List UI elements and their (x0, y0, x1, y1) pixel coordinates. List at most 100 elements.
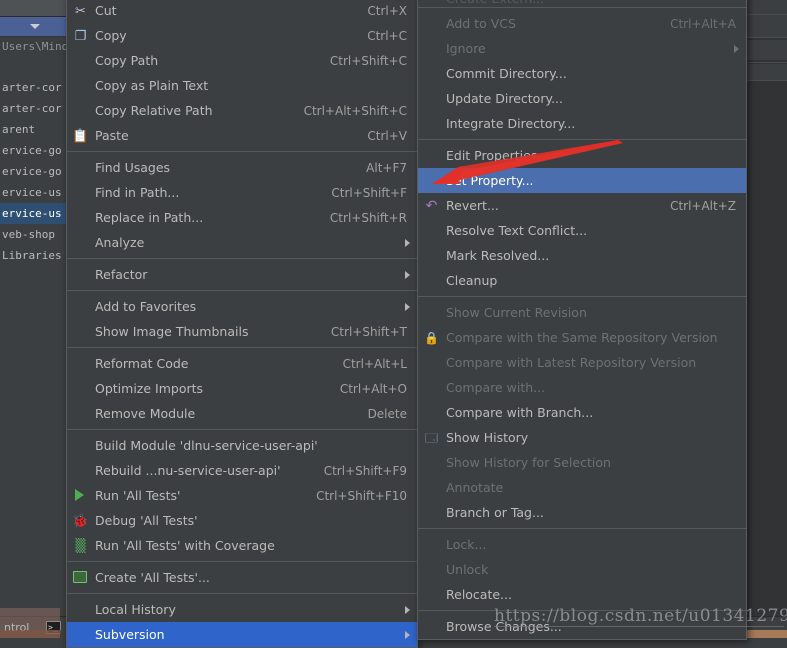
right-panel (745, 0, 787, 638)
tree-item-label: ervice-us (2, 186, 62, 199)
menu-item-debug-all-tests[interactable]: 🐞 Debug 'All Tests' (67, 508, 417, 533)
menu-item-ignore: Ignore (418, 36, 746, 61)
menu-item-analyze[interactable]: Analyze (67, 230, 417, 255)
menu-item-label: Annotate (446, 480, 504, 495)
project-toolbar[interactable] (0, 0, 69, 17)
tree-item-label: ervice-go (2, 165, 62, 178)
menu-item-resolve-text-conflict[interactable]: Resolve Text Conflict... (418, 218, 746, 243)
project-path-label: Users\Mind (2, 40, 69, 53)
menu-separator (67, 561, 417, 562)
menu-item-find-in-path[interactable]: Find in Path... Ctrl+Shift+F (67, 180, 417, 205)
menu-item-reformat-code[interactable]: Reformat Code Ctrl+Alt+L (67, 351, 417, 376)
debug-icon: 🐞 (72, 513, 89, 529)
menu-item-branch-or-tag[interactable]: Branch or Tag... (418, 500, 746, 525)
menu-item-refactor[interactable]: Refactor (67, 262, 417, 287)
menu-item-label: Find in Path... (95, 185, 180, 200)
menu-item-label: Relocate... (446, 587, 512, 602)
menu-item-show-history[interactable]: 🗔 Show History (418, 425, 746, 450)
menu-item-replace-in-path[interactable]: Replace in Path... Ctrl+Shift+R (67, 205, 417, 230)
menu-item-label: Lock... (446, 537, 487, 552)
tree-item-0[interactable]: arter-cor (0, 77, 69, 98)
menu-item-remove-module[interactable]: Remove Module Delete (67, 401, 417, 426)
menu-item-shortcut: Ctrl+V (367, 128, 407, 143)
menu-separator (67, 290, 417, 291)
tree-item-3[interactable]: ervice-go (0, 140, 69, 161)
menu-item-compare-with-the-same-repository-version: 🔒 Compare with the Same Repository Versio… (418, 325, 746, 350)
menu-separator (67, 429, 417, 430)
tree-item-1[interactable]: arter-cor (0, 98, 69, 119)
menu-item-run-all-tests[interactable]: Run 'All Tests' Ctrl+Shift+F10 (67, 483, 417, 508)
menu-item-add-to-vcs: Add to VCS Ctrl+Alt+A (418, 11, 746, 36)
menu-item-relocate[interactable]: Relocate... (418, 582, 746, 607)
tree-item-8[interactable]: Libraries (0, 245, 69, 266)
menu-item-label: Show Current Revision (446, 305, 587, 320)
subversion-submenu[interactable]: Create Extern... Add to VCS Ctrl+Alt+A Igno… (417, 0, 747, 640)
menu-item-copy[interactable]: ❐ Copy Ctrl+C (67, 23, 417, 48)
menu-item-annotate: Annotate (418, 475, 746, 500)
menu-separator (67, 347, 417, 348)
menu-item-set-property[interactable]: Set Property... (418, 168, 746, 193)
project-scope-selector[interactable] (0, 17, 69, 37)
menu-item-shortcut: Alt+F7 (366, 160, 407, 175)
menu-item-show-image-thumbnails[interactable]: Show Image Thumbnails Ctrl+Shift+T (67, 319, 417, 344)
menu-item-label: Copy as Plain Text (95, 78, 209, 93)
tree-item-6[interactable]: ervice-us (0, 203, 69, 224)
menu-item-integrate-directory[interactable]: Integrate Directory... (418, 111, 746, 136)
revert-icon: ↶ (425, 198, 438, 214)
tree-item-5[interactable]: ervice-us (0, 182, 69, 203)
menu-item-label: Run 'All Tests' with Coverage (95, 538, 275, 553)
tree-item-4[interactable]: ervice-go (0, 161, 69, 182)
chevron-down-icon (29, 24, 40, 29)
menu-item-paste[interactable]: 📋 Paste Ctrl+V (67, 123, 417, 148)
menu-item-cut[interactable]: ✂ Cut Ctrl+X (67, 0, 417, 23)
menu-item-find-usages[interactable]: Find Usages Alt+F7 (67, 155, 417, 180)
tree-item-7[interactable]: veb-shop (0, 224, 69, 245)
menu-item-label: Integrate Directory... (446, 116, 576, 131)
tree-item-2[interactable]: arent (0, 119, 69, 140)
submenu-arrow-icon (405, 270, 410, 279)
menu-item-rebuild-nu-service-user-api[interactable]: Rebuild ...nu-service-user-api' Ctrl+Shif… (67, 458, 417, 483)
menu-item-add-to-favorites[interactable]: Add to Favorites (67, 294, 417, 319)
tree-item-label: arter-cor (2, 102, 62, 115)
menu-item-create-all-tests[interactable]: Create 'All Tests'... (67, 565, 417, 590)
menu-item-label: Add to Favorites (95, 299, 197, 314)
project-tool-window[interactable]: Users\Mind arter-cor arter-cor arent ervice… (0, 0, 70, 616)
menu-item-shortcut: Ctrl+Alt+Shift+C (303, 103, 407, 118)
menu-item-label: Refactor (95, 267, 148, 282)
menu-separator (67, 258, 417, 259)
menu-item-cleanup[interactable]: Cleanup (418, 268, 746, 293)
menu-item-local-history[interactable]: Local History (67, 597, 417, 622)
menu-item-mark-resolved[interactable]: Mark Resolved... (418, 243, 746, 268)
menu-item-copy-relative-path[interactable]: Copy Relative Path Ctrl+Alt+Shift+C (67, 98, 417, 123)
menu-item-label: Paste (95, 128, 129, 143)
menu-item-update-directory[interactable]: Update Directory... (418, 86, 746, 111)
menu-item-run-all-tests-with-coverage[interactable]: ▒ Run 'All Tests' with Coverage (67, 533, 417, 558)
editor-context-menu[interactable]: ✂ Cut Ctrl+X ❐ Copy Ctrl+C Copy Path Ctrl+Shift… (66, 0, 418, 648)
menu-item-shortcut: Ctrl+Shift+F10 (316, 488, 407, 503)
cut-icon: ✂ (75, 3, 86, 19)
menu-separator (418, 139, 746, 140)
menu-item-build-module-dlnu-service-user-api[interactable]: Build Module 'dlnu-service-user-api' (67, 433, 417, 458)
menu-item-copy-as-plain-text[interactable]: Copy as Plain Text (67, 73, 417, 98)
menu-item-label: Revert... (446, 198, 499, 213)
menu-item-label: Cut (95, 3, 117, 18)
menu-separator (67, 151, 417, 152)
menu-item-optimize-imports[interactable]: Optimize Imports Ctrl+Alt+O (67, 376, 417, 401)
menu-item-shortcut: Ctrl+C (367, 28, 407, 43)
menu-item-shortcut: Ctrl+Alt+L (342, 356, 407, 371)
menu-item-subversion[interactable]: Subversion (67, 622, 417, 647)
menu-item-revert[interactable]: ↶ Revert... Ctrl+Alt+Z (418, 193, 746, 218)
menu-item-copy-path[interactable]: Copy Path Ctrl+Shift+C (67, 48, 417, 73)
menu-item-label: Set Property... (446, 173, 534, 188)
submenu-arrow-icon (405, 630, 410, 639)
menu-item-edit-properties[interactable]: Edit Properties (418, 143, 746, 168)
coverage-icon: ▒ (75, 538, 86, 554)
tree-item-label: arter-cor (2, 81, 62, 94)
menu-item-shortcut: Ctrl+X (367, 3, 407, 18)
menu-item-label: Analyze (95, 235, 145, 250)
tree-item-label: Libraries (2, 249, 62, 262)
menu-item-commit-directory[interactable]: Commit Directory... (418, 61, 746, 86)
menu-item-compare-with-branch[interactable]: Compare with Branch... (418, 400, 746, 425)
menu-item-label: Show History for Selection (446, 455, 611, 470)
menu-item-shortcut: Ctrl+Shift+C (329, 53, 407, 68)
